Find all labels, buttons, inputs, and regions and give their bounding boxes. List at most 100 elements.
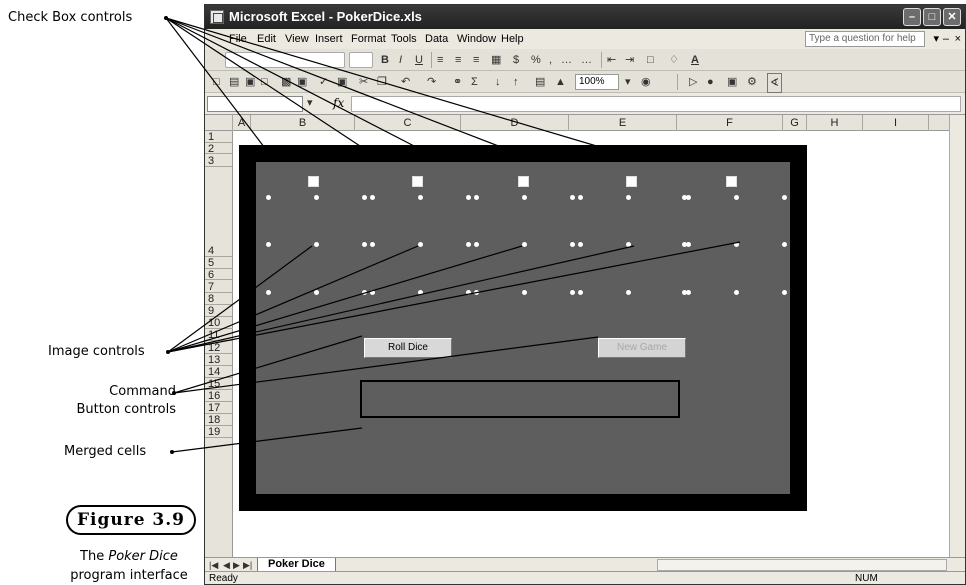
run-macro-icon[interactable]: ▷ [689, 73, 697, 91]
decrease-indent-icon[interactable]: ⇤ [607, 51, 616, 69]
align-right-icon[interactable]: ≡ [473, 51, 479, 69]
zoom-dropdown-icon[interactable]: ▾ [625, 73, 631, 91]
select-all-corner[interactable] [205, 115, 233, 131]
research-icon[interactable]: ▣ [337, 73, 347, 91]
row-header-19[interactable]: 19 [205, 426, 233, 438]
sheet-tab-poker-dice[interactable]: Poker Dice [257, 558, 336, 572]
row-header-10[interactable]: 10 [205, 317, 233, 329]
menu-edit[interactable]: Edit [257, 29, 276, 49]
column-header-a[interactable]: A [233, 115, 251, 131]
hold-checkbox-1[interactable] [308, 176, 319, 187]
hyperlink-icon[interactable]: ⚭ [453, 73, 462, 91]
menu-format[interactable]: Format [351, 29, 386, 49]
row-header-11[interactable]: 11 [205, 329, 233, 341]
sort-ascending-icon[interactable]: ↓ [495, 73, 501, 91]
row-header-8[interactable]: 8 [205, 293, 233, 305]
control-toolbox-icon[interactable]: ⚙ [747, 73, 757, 91]
menu-view[interactable]: View [285, 29, 309, 49]
last-sheet-icon[interactable]: ▶| [243, 558, 252, 572]
italic-icon[interactable]: I [399, 51, 402, 69]
menu-window[interactable]: Window [457, 29, 496, 49]
row-header-6[interactable]: 6 [205, 269, 233, 281]
fill-color-icon[interactable]: ♢ [669, 51, 679, 69]
align-center-icon[interactable]: ≡ [455, 51, 461, 69]
row-header-7[interactable]: 7 [205, 280, 233, 293]
minimize-button[interactable]: – [903, 8, 921, 26]
menu-file[interactable]: File [229, 29, 247, 49]
row-header-9[interactable]: 9 [205, 305, 233, 317]
prev-sheet-icon[interactable]: ◀ [223, 558, 230, 572]
column-header-g[interactable]: G [783, 115, 807, 131]
cut-icon[interactable]: ✂ [359, 73, 368, 91]
percent-icon[interactable]: % [531, 51, 541, 69]
permission-icon[interactable]: □ [261, 73, 268, 91]
help-dropdown-icon[interactable]: ▾ [933, 29, 939, 49]
column-header-h[interactable]: H [807, 115, 863, 131]
name-box-dropdown-icon[interactable]: ▾ [307, 94, 313, 112]
column-header-f[interactable]: F [677, 115, 783, 131]
close-button[interactable]: ✕ [943, 8, 961, 26]
save-icon[interactable]: ▣ [245, 73, 255, 91]
function-icon[interactable]: fx [333, 96, 344, 110]
spelling-icon[interactable]: ✓ [319, 73, 328, 91]
hold-checkbox-2[interactable] [412, 176, 423, 187]
column-header-e[interactable]: E [569, 115, 677, 131]
row-header-17[interactable]: 17 [205, 402, 233, 414]
roll-dice-button[interactable]: Roll Dice [364, 338, 452, 358]
borders-icon[interactable]: □ [647, 51, 654, 69]
row-header-13[interactable]: 13 [205, 354, 233, 366]
undo-icon[interactable]: ↶ [401, 73, 410, 91]
excel-app-icon[interactable] [210, 10, 224, 24]
formula-input[interactable] [351, 96, 961, 112]
name-box[interactable] [207, 96, 303, 112]
hold-checkbox-3[interactable] [518, 176, 529, 187]
row-header-12[interactable]: 12 [205, 341, 233, 354]
horizontal-scrollbar[interactable] [657, 559, 947, 571]
new-icon[interactable]: □ [213, 73, 220, 91]
row-header-15[interactable]: 15 [205, 378, 233, 390]
align-left-icon[interactable]: ≡ [437, 51, 443, 69]
font-color-icon[interactable]: A [691, 51, 699, 69]
vertical-scrollbar[interactable] [949, 115, 965, 557]
hold-checkbox-5[interactable] [726, 176, 737, 187]
column-header-i[interactable]: I [863, 115, 929, 131]
row-header-4[interactable]: 4 [205, 167, 233, 257]
close-doc-icon[interactable]: × [955, 29, 961, 49]
print-preview-icon[interactable]: ▣ [297, 73, 307, 91]
comma-icon[interactable]: , [549, 51, 552, 69]
sort-descending-icon[interactable]: ↑ [513, 73, 519, 91]
row-header-5[interactable]: 5 [205, 257, 233, 269]
menu-data[interactable]: Data [425, 29, 448, 49]
maximize-button[interactable]: □ [923, 8, 941, 26]
increase-decimal-icon[interactable]: … [561, 51, 572, 69]
help-icon[interactable]: ◉ [641, 73, 651, 91]
help-search-input[interactable]: Type a question for help [805, 31, 925, 47]
currency-icon[interactable]: $ [513, 51, 519, 69]
record-macro-icon[interactable]: ● [707, 73, 714, 91]
merge-center-icon[interactable]: ▦ [491, 51, 501, 69]
new-game-button[interactable]: New Game [598, 338, 686, 358]
title-bar[interactable]: Microsoft Excel - PokerDice.xls – □ ✕ [205, 5, 965, 29]
font-name-select[interactable] [225, 52, 345, 68]
row-header-3[interactable]: 3 [205, 154, 233, 167]
chart-wizard-icon[interactable]: ▤ [535, 73, 545, 91]
drawing-icon[interactable]: ▲ [555, 73, 566, 91]
open-icon[interactable]: ▤ [229, 73, 239, 91]
row-header-14[interactable]: 14 [205, 366, 233, 378]
row-header-18[interactable]: 18 [205, 414, 233, 426]
copy-icon[interactable]: ❐ [377, 73, 387, 91]
redo-icon[interactable]: ↷ [427, 73, 436, 91]
menu-insert[interactable]: Insert [315, 29, 343, 49]
security-icon[interactable]: ▣ [727, 73, 737, 91]
row-header-16[interactable]: 16 [205, 390, 233, 402]
column-header-b[interactable]: B [251, 115, 355, 131]
menu-help[interactable]: Help [501, 29, 524, 49]
first-sheet-icon[interactable]: |◀ [209, 558, 218, 572]
underline-icon[interactable]: U [415, 51, 423, 69]
zoom-select[interactable]: 100% [575, 74, 619, 90]
print-icon[interactable]: ▩ [281, 73, 291, 91]
font-size-select[interactable] [349, 52, 373, 68]
next-sheet-icon[interactable]: ▶ [233, 558, 240, 572]
row-header-2[interactable]: 2 [205, 143, 233, 155]
decrease-decimal-icon[interactable]: … [581, 51, 592, 69]
